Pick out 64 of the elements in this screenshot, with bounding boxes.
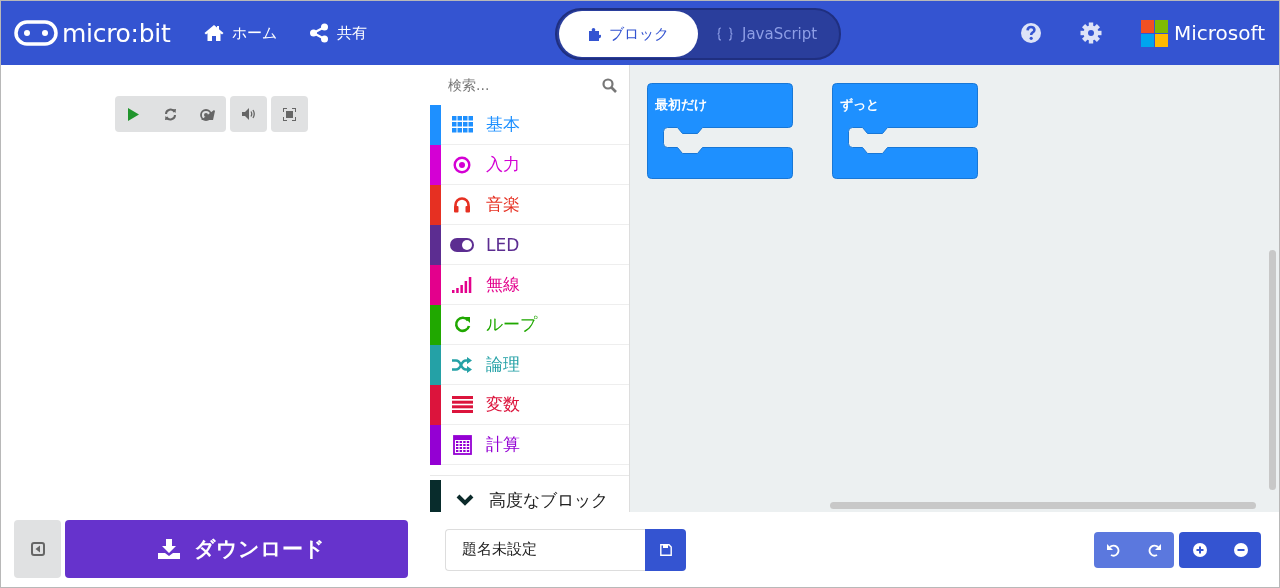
loop-icon: [453, 316, 471, 333]
slow-motion-button[interactable]: [189, 96, 226, 132]
nav-link[interactable]: 共有: [309, 23, 368, 43]
home-icon: [204, 24, 225, 42]
fullscreen-icon: [283, 107, 296, 121]
settings-icon: [1080, 22, 1102, 44]
shuffle-icon: [452, 356, 472, 373]
logo-text: micro:bit: [62, 18, 171, 48]
help-icon: [1020, 22, 1042, 44]
undo-icon: [1107, 542, 1121, 557]
category-item[interactable]: 入力: [430, 145, 629, 185]
brand-name: Microsoft: [1174, 21, 1265, 45]
zoom-out-icon: [1233, 542, 1248, 557]
puzzle-icon: [588, 27, 601, 41]
scrollbar[interactable]: [1269, 250, 1276, 490]
signal-icon: [452, 276, 472, 293]
mode-tab[interactable]: JavaScript: [698, 11, 836, 57]
category-item[interactable]: 計算: [430, 425, 629, 465]
collapse-icon: [30, 542, 45, 556]
snail-icon: [199, 107, 216, 121]
category-item[interactable]: 基本: [430, 105, 629, 145]
list-icon: [451, 396, 473, 413]
microsoft-logo-icon: [1141, 19, 1168, 47]
calculator-icon: [452, 434, 472, 455]
headphones-icon: [453, 196, 471, 213]
share-icon: [309, 23, 330, 43]
category-item[interactable]: 変数: [430, 385, 629, 425]
nav-link[interactable]: ホーム: [204, 23, 278, 43]
undo-button[interactable]: [1094, 531, 1134, 568]
play-button[interactable]: [115, 96, 152, 132]
fullscreen-button[interactable]: [271, 96, 308, 132]
category-item[interactable]: ループ: [430, 305, 629, 345]
chevron-down-icon: [456, 494, 474, 506]
redo-icon: [1147, 542, 1161, 557]
scrollbar[interactable]: [830, 502, 1256, 509]
block-label: 最初だけ: [655, 96, 707, 114]
target-icon: [453, 155, 471, 174]
redo-button[interactable]: [1134, 531, 1174, 568]
save-icon: [659, 543, 672, 556]
sound-button[interactable]: [230, 96, 267, 132]
search-icon: [602, 77, 617, 93]
category-item[interactable]: 論理: [430, 345, 629, 385]
braces-icon: [716, 27, 734, 41]
category-item[interactable]: 音楽: [430, 185, 629, 225]
save-button[interactable]: [645, 528, 686, 571]
grid-icon: [451, 116, 473, 133]
category-item[interactable]: 無線: [430, 265, 629, 305]
toggle-icon: [450, 237, 474, 252]
play-icon: [128, 107, 139, 121]
collapse-button[interactable]: [14, 520, 61, 578]
speaker-icon: [241, 108, 256, 120]
zoom-in-button[interactable]: [1179, 531, 1220, 568]
logo-icon: [14, 20, 58, 46]
zoom-out-button[interactable]: [1220, 531, 1261, 568]
event-block[interactable]: [832, 83, 978, 179]
block-label: ずっと: [840, 96, 879, 114]
download-button[interactable]: ダウンロード: [65, 520, 408, 578]
download-icon: [158, 539, 180, 559]
search-field[interactable]: 検索...: [446, 76, 590, 94]
refresh-icon: [164, 107, 177, 121]
zoom-in-icon: [1192, 542, 1207, 557]
mode-tab[interactable]: ブロック: [559, 11, 698, 57]
event-block[interactable]: [647, 83, 793, 179]
category-item[interactable]: LED: [430, 225, 629, 265]
